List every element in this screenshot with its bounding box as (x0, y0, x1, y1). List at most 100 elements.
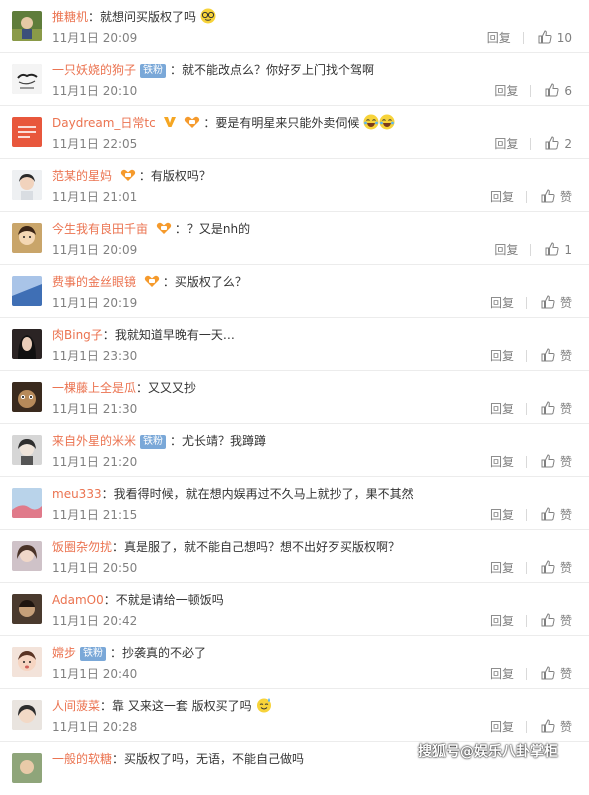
username-link[interactable]: Daydream_日常tc (52, 116, 156, 130)
like-count: 赞 (559, 720, 572, 734)
avatar[interactable] (12, 753, 42, 783)
comment-text: 抄袭真的不必了 (122, 646, 207, 660)
comment-text: 买版权了么？ (174, 275, 247, 289)
comment-line: 人间菠菜：靠 又来这一套 版权买了吗 (52, 697, 579, 715)
like-button[interactable]: 赞 (541, 295, 572, 311)
like-count: 6 (564, 84, 572, 98)
like-button[interactable]: 1 (545, 242, 572, 258)
reply-button[interactable]: 回复 (494, 136, 518, 152)
comment-actions: 回复 赞 (490, 348, 572, 364)
reply-button[interactable]: 回复 (490, 560, 514, 576)
like-button[interactable]: 10 (538, 30, 572, 46)
reply-button[interactable]: 回复 (490, 507, 514, 523)
username-link[interactable]: 推糖机 (52, 10, 88, 24)
comment-text: 买版权了吗，无语，不能自己做吗 (124, 752, 305, 766)
colon: ： (174, 222, 187, 236)
comment-text: 就不能改点么？你好歹上门找个驾啊 (182, 63, 375, 77)
username-link[interactable]: 一棵藤上全是瓜 (52, 381, 136, 395)
avatar[interactable] (12, 382, 42, 412)
colon: ： (112, 540, 125, 554)
like-button[interactable]: 赞 (541, 613, 572, 629)
like-button[interactable]: 赞 (541, 348, 572, 364)
like-button[interactable]: 2 (545, 136, 572, 152)
comment-actions: 回复 赞 (490, 507, 572, 523)
reply-button[interactable]: 回复 (494, 83, 518, 99)
thumbs-up-icon (541, 613, 555, 627)
colon: ： (170, 63, 183, 77)
avatar[interactable] (12, 117, 42, 147)
username-link[interactable]: 肉Bing子 (52, 328, 103, 342)
comment-actions: 回复 6 (494, 83, 572, 99)
like-button[interactable]: 赞 (541, 454, 572, 470)
reply-button[interactable]: 回复 (490, 295, 514, 311)
divider (525, 668, 527, 680)
comment-time: 11月1日 22:05 (52, 137, 138, 151)
avatar[interactable] (12, 647, 42, 677)
comment-actions: 回复 1 (494, 242, 572, 258)
reply-button[interactable]: 回复 (490, 666, 514, 682)
username-link[interactable]: 饭圈杂勿扰 (52, 540, 112, 554)
comment-list: 推糖机：就想问买版权了吗 11月1日 20:09 回复 10 一只妖娆的狗子 铁粉：… (0, 0, 589, 795)
reply-button[interactable]: 回复 (490, 613, 514, 629)
username-link[interactable]: 范某的星妈 (52, 169, 112, 183)
reply-button[interactable]: 回复 (494, 242, 518, 258)
avatar[interactable] (12, 170, 42, 200)
like-button[interactable]: 赞 (541, 666, 572, 682)
avatar[interactable] (12, 435, 42, 465)
comment-text: 不就是请给一顿饭吗 (115, 593, 224, 607)
username-link[interactable]: 嫦步 (52, 646, 76, 660)
fan-level-icon (144, 275, 160, 287)
reply-button[interactable]: 回复 (490, 189, 514, 205)
username-link[interactable]: meu333 (52, 487, 102, 501)
comment-time: 11月1日 20:42 (52, 614, 138, 628)
avatar[interactable] (12, 594, 42, 624)
comment-item: 饭圈杂勿扰：真是服了，就不能自己想吗？想不出好歹买版权啊？ 11月1日 20:5… (0, 530, 589, 583)
comment-actions: 回复 赞 (490, 401, 572, 417)
avatar[interactable] (12, 11, 42, 41)
like-button[interactable]: 赞 (541, 507, 572, 523)
watermark: 搜狐号@娱乐八卦掌柜 (418, 744, 558, 760)
avatar[interactable] (12, 329, 42, 359)
comment-time: 11月1日 20:09 (52, 243, 138, 257)
reply-button[interactable]: 回复 (490, 348, 514, 364)
divider (525, 456, 527, 468)
colon: ： (101, 487, 114, 501)
username-link[interactable]: AdamO0 (52, 593, 104, 607)
username-link[interactable]: 人间菠菜 (52, 699, 100, 713)
username-link[interactable]: 来自外星的米米 (52, 434, 136, 448)
reply-button[interactable]: 回复 (490, 719, 514, 735)
avatar[interactable] (12, 541, 42, 571)
comment-line: Daydream_日常tc ：要是有明星来只能外卖伺候 (52, 114, 579, 132)
like-count: 赞 (559, 508, 572, 522)
comment-item: 范某的星妈 ：有版权吗？ 11月1日 21:01 回复 赞 (0, 159, 589, 212)
comment-text: 真是服了，就不能自己想吗？想不出好歹买版权啊？ (124, 540, 401, 554)
like-button[interactable]: 赞 (541, 719, 572, 735)
comment-item: 来自外星的米米 铁粉 ：尤长靖？我蹲蹲 11月1日 21:20 回复 赞 (0, 424, 589, 477)
like-button[interactable]: 赞 (541, 189, 572, 205)
username-link[interactable]: 费事的金丝眼镜 (52, 275, 136, 289)
like-button[interactable]: 6 (545, 83, 572, 99)
like-button[interactable]: 赞 (541, 560, 572, 576)
fan-level-icon (120, 169, 136, 181)
comment-actions: 回复 赞 (490, 454, 572, 470)
like-button[interactable]: 赞 (541, 401, 572, 417)
username-link[interactable]: 一般的软糖 (52, 752, 112, 766)
reply-button[interactable]: 回复 (487, 30, 511, 46)
avatar[interactable] (12, 223, 42, 253)
comment-text: 要是有明星来只能外卖伺候 (215, 116, 360, 130)
reply-button[interactable]: 回复 (490, 454, 514, 470)
username-link[interactable]: 今生我有良田千亩 (52, 222, 148, 236)
thumbs-up-icon (541, 507, 555, 521)
comment-item: 费事的金丝眼镜 ：买版权了么？ 11月1日 20:19 回复 赞 (0, 265, 589, 318)
avatar[interactable] (12, 488, 42, 518)
comment-time: 11月1日 20:19 (52, 296, 138, 310)
divider (525, 615, 527, 627)
avatar[interactable] (12, 64, 42, 94)
avatar[interactable] (12, 700, 42, 730)
comment-item: Daydream_日常tc ：要是有明星来只能外卖伺候 11月1日 22:05 … (0, 106, 589, 159)
reply-button[interactable]: 回复 (490, 401, 514, 417)
divider (530, 85, 532, 97)
username-link[interactable]: 一只妖娆的狗子 (52, 63, 136, 77)
glasses-emoji-icon (200, 8, 216, 24)
avatar[interactable] (12, 276, 42, 306)
